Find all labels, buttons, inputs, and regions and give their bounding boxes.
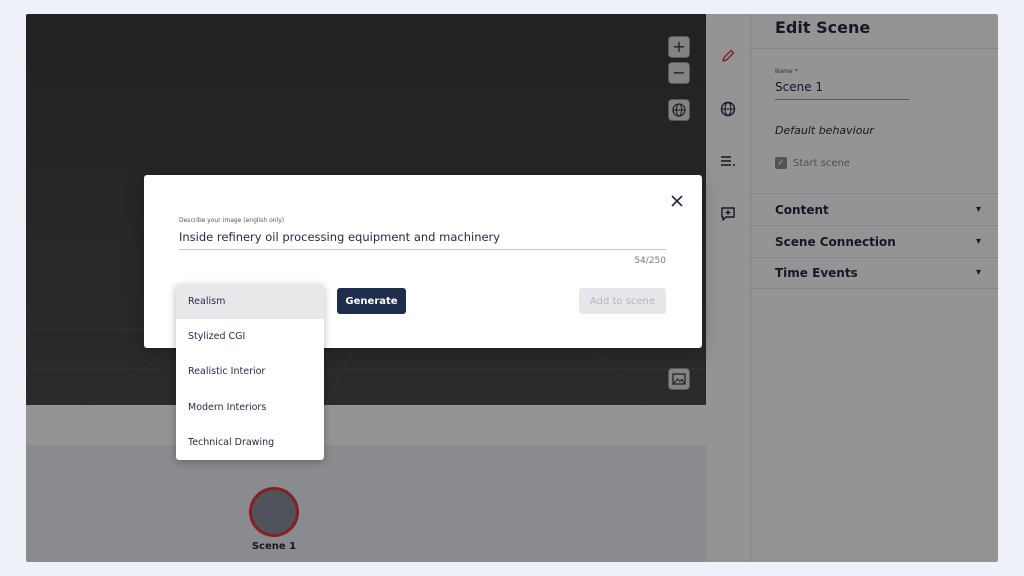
close-icon [671,195,683,207]
style-option-realistic-interior[interactable]: Realistic Interior [176,354,324,389]
add-to-scene-button[interactable]: Add to scene [579,288,666,314]
style-option-stylized-cgi[interactable]: Stylized CGI [176,319,324,354]
style-option-modern-interiors[interactable]: Modern Interiors [176,390,324,425]
close-button[interactable] [668,192,686,210]
style-option-technical-drawing[interactable]: Technical Drawing [176,425,324,460]
character-count: 54/250 [634,256,666,266]
app-window: + − Scene 1 Edit Scene Name * Scene 1 De… [26,14,998,562]
prompt-input[interactable]: Inside refinery oil processing equipment… [179,228,666,250]
generate-button[interactable]: Generate [337,288,406,314]
style-dropdown-menu: Realism Stylized CGI Realistic Interior … [176,284,324,460]
style-option-realism[interactable]: Realism [176,284,324,320]
prompt-label: Describe your image (english only) [179,217,285,224]
